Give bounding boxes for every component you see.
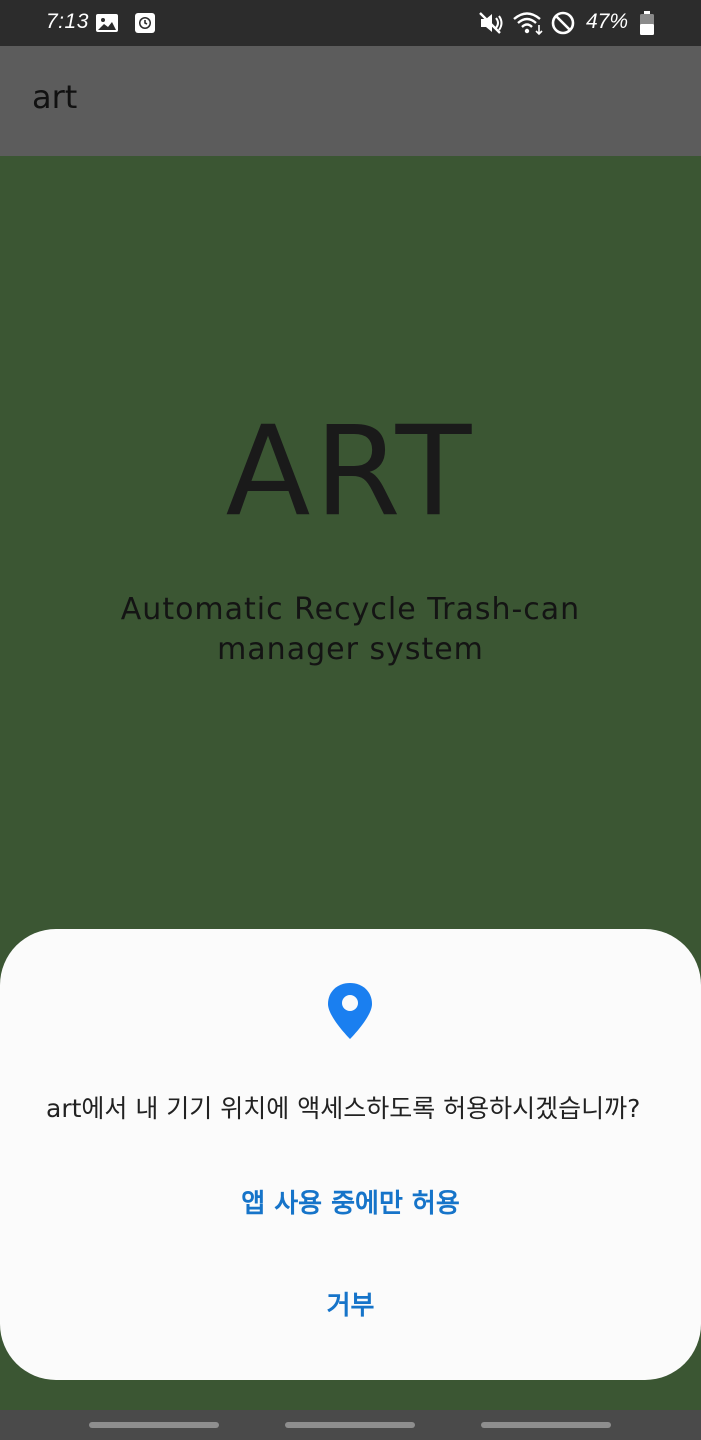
mute-icon — [479, 12, 503, 34]
do-not-disturb-icon — [551, 11, 575, 35]
wifi-icon — [513, 12, 543, 36]
battery-icon — [640, 11, 654, 35]
status-time: 7:13 — [46, 10, 89, 33]
nav-back-button[interactable] — [481, 1422, 611, 1428]
clock-icon — [135, 13, 155, 33]
subtitle-line-2: manager system — [217, 632, 484, 667]
deny-button[interactable]: 거부 — [0, 1271, 701, 1341]
status-bar: 7:13 47% — [0, 0, 701, 46]
dialog-message: art에서 내 기기 위치에 액세스하도록 허용하시겠습니까? — [46, 1094, 641, 1123]
navigation-bar — [0, 1410, 701, 1440]
battery-percent: 47% — [586, 10, 629, 33]
app-bar: art — [0, 46, 701, 156]
gallery-icon — [96, 14, 118, 32]
nav-recents-button[interactable] — [89, 1422, 219, 1428]
app-subtitle: Automatic Recycle Trash-can manager syst… — [60, 590, 641, 670]
subtitle-line-1: Automatic Recycle Trash-can — [120, 592, 581, 627]
nav-home-button[interactable] — [285, 1422, 415, 1428]
permission-dialog: art에서 내 기기 위치에 액세스하도록 허용하시겠습니까? 앱 사용 중에만… — [0, 929, 701, 1380]
location-pin-icon — [328, 983, 372, 1039]
allow-while-using-button[interactable]: 앱 사용 중에만 허용 — [0, 1169, 701, 1239]
screen: 7:13 47% art ART Automatic Recycle Trash… — [0, 0, 701, 1440]
app-title: art — [32, 78, 78, 116]
logo-title: ART — [225, 400, 476, 544]
